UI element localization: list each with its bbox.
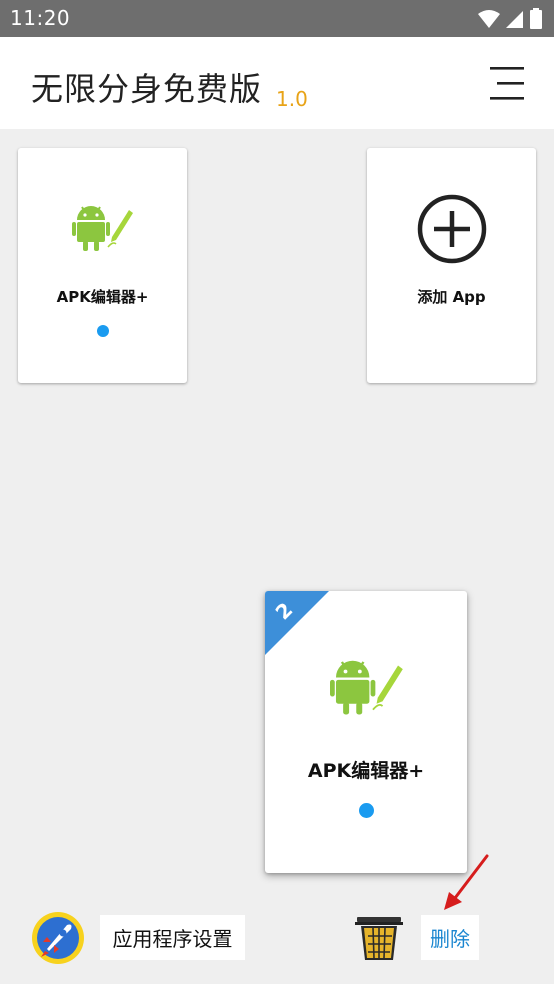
page-title: 无限分身免费版 bbox=[31, 70, 263, 108]
add-app-card[interactable]: 添加 App bbox=[367, 148, 536, 383]
add-circle-icon bbox=[417, 194, 487, 264]
add-app-label: 添加 App bbox=[417, 288, 486, 306]
signal-icon bbox=[506, 10, 523, 28]
dragged-card-label: APK编辑器+ bbox=[307, 760, 425, 782]
status-dot bbox=[359, 803, 374, 818]
status-dot bbox=[97, 325, 109, 337]
app-card-label: APK编辑器+ bbox=[56, 288, 149, 306]
menu-icon bbox=[490, 67, 524, 100]
rocket-icon[interactable] bbox=[31, 911, 85, 965]
delete-button[interactable]: 删除 bbox=[421, 915, 479, 960]
app-card-apk-editor[interactable]: APK编辑器+ bbox=[18, 148, 187, 383]
trash-icon[interactable] bbox=[355, 914, 403, 962]
status-time: 11:20 bbox=[10, 6, 71, 30]
app-header: 无限分身免费版 1.0 bbox=[0, 37, 554, 129]
battery-icon bbox=[530, 8, 542, 29]
apk-editor-icon bbox=[330, 660, 403, 715]
status-bar: 11:20 bbox=[0, 0, 554, 37]
dragged-app-card[interactable]: 2 APK编辑器+ bbox=[265, 591, 467, 873]
red-arrow-icon bbox=[444, 854, 489, 910]
clone-badge bbox=[265, 591, 329, 655]
wifi-icon bbox=[478, 9, 500, 28]
version-label: 1.0 bbox=[276, 87, 308, 111]
app-settings-button[interactable]: 应用程序设置 bbox=[100, 915, 245, 960]
menu-button[interactable] bbox=[487, 65, 527, 103]
apk-editor-icon bbox=[72, 206, 133, 251]
